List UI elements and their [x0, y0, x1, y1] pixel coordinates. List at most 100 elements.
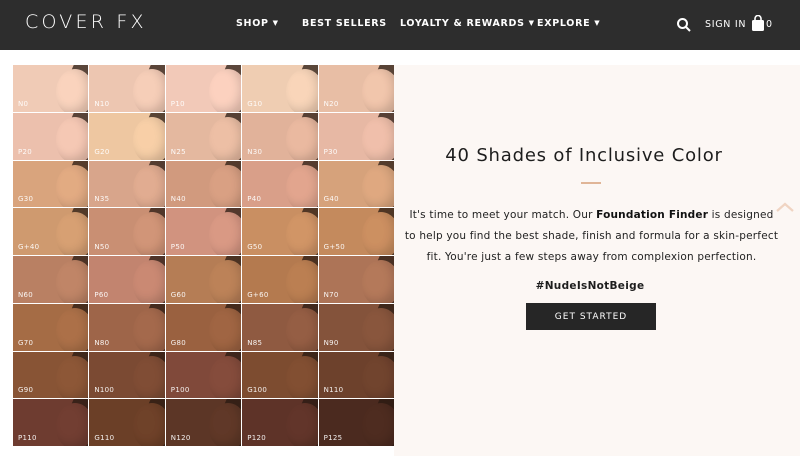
- shade-tile[interactable]: P120: [242, 399, 318, 446]
- get-started-button[interactable]: GET STARTED: [526, 303, 656, 330]
- shade-label: P100: [170, 386, 190, 395]
- model-face: [56, 212, 89, 255]
- shopping-bag-icon[interactable]: [751, 15, 765, 32]
- shade-label: N80: [94, 338, 110, 347]
- nav-shop[interactable]: SHOP ▼: [236, 18, 279, 29]
- model-face: [56, 403, 89, 446]
- shade-label: P120: [247, 434, 266, 442]
- shade-tile[interactable]: G30: [13, 160, 89, 208]
- shade-tile[interactable]: P60: [89, 256, 165, 303]
- shade-tile[interactable]: P30: [318, 112, 394, 160]
- chevron-up-icon[interactable]: [776, 202, 794, 212]
- shade-tile[interactable]: P10: [165, 65, 242, 112]
- nav-loyalty-rewards[interactable]: LOYALTY & REWARDS ▼: [400, 18, 535, 29]
- shade-tile[interactable]: N40: [165, 160, 242, 208]
- shade-tile[interactable]: G70: [13, 303, 89, 351]
- shade-label: P110: [18, 434, 37, 442]
- model-face: [362, 355, 394, 399]
- shade-label: G40: [323, 195, 339, 204]
- shade-label: P30: [323, 147, 338, 156]
- shade-label: G+60: [247, 290, 269, 299]
- shade-tile[interactable]: N0: [13, 65, 89, 112]
- shade-tile[interactable]: G110: [89, 399, 165, 446]
- shade-tile[interactable]: N70: [318, 256, 394, 303]
- shade-tile[interactable]: G100: [242, 351, 318, 399]
- shade-label: G30: [18, 195, 34, 204]
- shade-tile[interactable]: G10: [242, 65, 318, 112]
- promo-headline: 40 Shades of Inclusive Color: [445, 145, 723, 166]
- shade-label: N120: [170, 434, 191, 442]
- shade-tile[interactable]: G90: [13, 351, 89, 399]
- model-face: [285, 260, 318, 303]
- shade-label: N20: [323, 99, 339, 108]
- model-face: [285, 355, 318, 399]
- model-face: [362, 260, 394, 303]
- shade-label: G20: [94, 147, 110, 156]
- shade-label: G70: [18, 338, 34, 347]
- shade-tile[interactable]: G20: [89, 112, 165, 160]
- shade-label: N85: [247, 338, 263, 347]
- shade-tile[interactable]: N90: [318, 303, 394, 351]
- shade-tile[interactable]: P125: [318, 399, 394, 446]
- model-face: [56, 69, 89, 112]
- shade-tile[interactable]: P100: [165, 351, 242, 399]
- shade-tile[interactable]: N50: [89, 208, 165, 255]
- header-spacer: [0, 50, 800, 65]
- model-face: [132, 260, 165, 303]
- shade-tile[interactable]: N100: [89, 351, 165, 399]
- shade-tile[interactable]: P110: [13, 399, 89, 446]
- shade-tile[interactable]: N80: [89, 303, 165, 351]
- shade-tile[interactable]: N120: [165, 399, 242, 446]
- model-face: [362, 164, 394, 208]
- model-face: [362, 307, 394, 351]
- site-header: COVER FX SHOP ▼ BEST SELLERS LOYALTY & RE…: [0, 0, 800, 50]
- shade-tile[interactable]: N30: [242, 112, 318, 160]
- shade-label: N10: [94, 99, 110, 108]
- shade-label: G+40: [18, 243, 40, 251]
- model-face: [132, 355, 165, 399]
- shade-tile[interactable]: N25: [165, 112, 242, 160]
- shade-tile[interactable]: G+60: [242, 256, 318, 303]
- shade-tile[interactable]: G80: [165, 303, 242, 351]
- shade-tile[interactable]: N85: [242, 303, 318, 351]
- shade-label: G+50: [323, 243, 345, 251]
- shade-tile[interactable]: G40: [318, 160, 394, 208]
- shade-tile[interactable]: N20: [318, 65, 394, 112]
- shade-tile[interactable]: N10: [89, 65, 165, 112]
- shade-tile[interactable]: G+40: [13, 208, 89, 255]
- model-face: [132, 307, 165, 351]
- shade-tile[interactable]: G60: [165, 256, 242, 303]
- shade-label: N30: [247, 147, 263, 156]
- shade-tile[interactable]: N60: [13, 256, 89, 303]
- shade-label: G10: [247, 99, 263, 108]
- shade-label: N0: [18, 99, 29, 108]
- shade-tile[interactable]: G+50: [318, 208, 394, 255]
- shade-label: G110: [94, 434, 115, 442]
- shade-label: P10: [170, 99, 185, 108]
- nav-explore[interactable]: EXPLORE ▼: [537, 18, 600, 29]
- shade-tile[interactable]: P50: [165, 208, 242, 255]
- model-face: [209, 403, 242, 446]
- shade-label: G80: [170, 338, 187, 347]
- shade-tile[interactable]: P40: [242, 160, 318, 208]
- shade-label: N90: [323, 338, 339, 347]
- model-face: [56, 164, 89, 208]
- shade-tile[interactable]: G50: [242, 208, 318, 255]
- foundation-finder-link[interactable]: Foundation Finder: [596, 209, 708, 221]
- sign-in-link[interactable]: SIGN IN: [705, 19, 746, 30]
- model-face: [56, 116, 89, 160]
- model-face: [132, 212, 165, 255]
- shade-tile[interactable]: N110: [318, 351, 394, 399]
- shade-tile[interactable]: N35: [89, 160, 165, 208]
- shade-label: G100: [247, 386, 268, 395]
- model-face: [362, 212, 394, 255]
- shade-tile[interactable]: P20: [13, 112, 89, 160]
- shade-label: G50: [247, 243, 263, 251]
- shade-label: N60: [18, 290, 34, 299]
- model-face: [132, 164, 165, 208]
- shade-label: N50: [94, 243, 110, 251]
- caret-down-icon: ▼: [594, 19, 601, 27]
- nav-best-sellers[interactable]: BEST SELLERS: [302, 18, 387, 29]
- model-face: [362, 69, 394, 112]
- search-icon[interactable]: [676, 17, 692, 33]
